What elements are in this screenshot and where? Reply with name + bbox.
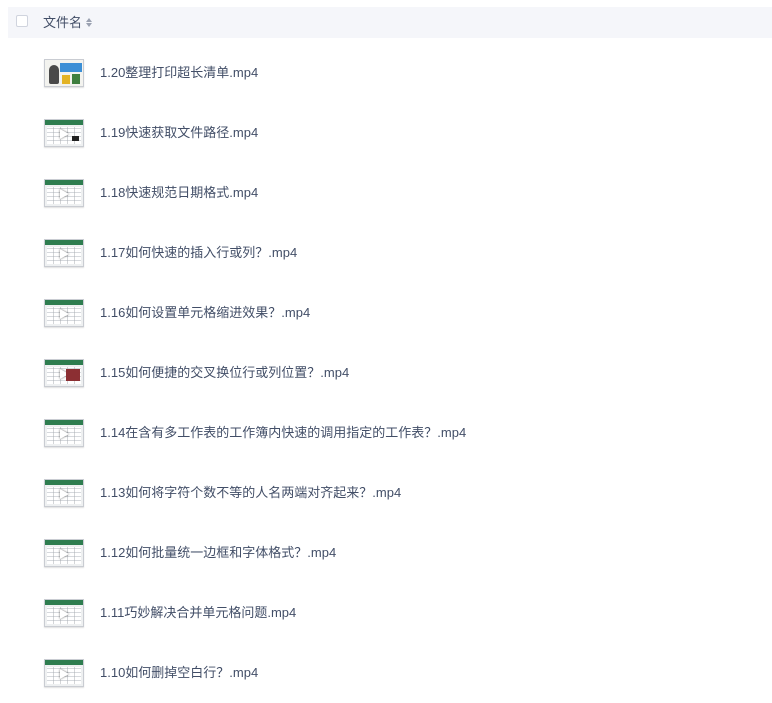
file-row[interactable]: 1.15如何便捷的交叉换位行或列位置？.mp4 [0,343,772,403]
video-thumbnail-icon[interactable] [44,239,84,267]
video-thumbnail-icon[interactable] [44,299,84,327]
file-name-link[interactable]: 1.16如何设置单元格缩进效果？.mp4 [100,305,310,321]
file-name-link[interactable]: 1.11巧妙解决合并单元格问题.mp4 [100,605,296,621]
column-header-label: 文件名 [43,15,83,30]
file-name-link[interactable]: 1.13如何将字符个数不等的人名两端对齐起来？.mp4 [100,485,401,501]
file-name-link[interactable]: 1.10如何删掉空白行？.mp4 [100,665,258,681]
file-row[interactable]: 1.14在含有多工作表的工作簿内快速的调用指定的工作表？.mp4 [0,403,772,463]
video-thumbnail-icon[interactable] [44,599,84,627]
column-header-filename[interactable]: 文件名 [43,15,93,30]
video-thumbnail-icon[interactable] [44,539,84,567]
video-thumbnail-icon[interactable] [44,659,84,687]
file-name-link[interactable]: 1.15如何便捷的交叉换位行或列位置？.mp4 [100,365,349,381]
file-row[interactable]: 1.19快速获取文件路径.mp4 [0,103,772,163]
video-thumbnail-icon[interactable] [44,59,84,87]
file-row[interactable]: 1.16如何设置单元格缩进效果？.mp4 [0,283,772,343]
video-thumbnail-icon[interactable] [44,359,84,387]
file-list-header: 文件名 [8,7,772,38]
sort-icon[interactable] [86,17,93,28]
file-row[interactable]: 1.11巧妙解决合并单元格问题.mp4 [0,583,772,643]
file-name-link[interactable]: 1.20整理打印超长清单.mp4 [100,65,258,81]
file-row[interactable]: 1.17如何快速的插入行或列？.mp4 [0,223,772,283]
video-thumbnail-icon[interactable] [44,179,84,207]
file-row[interactable]: 1.18快速规范日期格式.mp4 [0,163,772,223]
file-name-link[interactable]: 1.17如何快速的插入行或列？.mp4 [100,245,297,261]
file-name-link[interactable]: 1.12如何批量统一边框和字体格式？.mp4 [100,545,336,561]
video-thumbnail-icon[interactable] [44,119,84,147]
video-thumbnail-icon[interactable] [44,419,84,447]
file-row[interactable]: 1.20整理打印超长清单.mp4 [0,43,772,103]
select-all-checkbox[interactable] [16,15,28,27]
video-thumbnail-icon[interactable] [44,479,84,507]
file-name-link[interactable]: 1.14在含有多工作表的工作簿内快速的调用指定的工作表？.mp4 [100,425,466,441]
file-row[interactable]: 1.13如何将字符个数不等的人名两端对齐起来？.mp4 [0,463,772,523]
file-name-link[interactable]: 1.18快速规范日期格式.mp4 [100,185,258,201]
file-name-link[interactable]: 1.19快速获取文件路径.mp4 [100,125,258,141]
file-row[interactable]: 1.10如何删掉空白行？.mp4 [0,643,772,703]
file-list: 1.20整理打印超长清单.mp4 1.19快速获取文件路径.mp4 1.18快速规范… [0,43,772,703]
file-row[interactable]: 1.12如何批量统一边框和字体格式？.mp4 [0,523,772,583]
